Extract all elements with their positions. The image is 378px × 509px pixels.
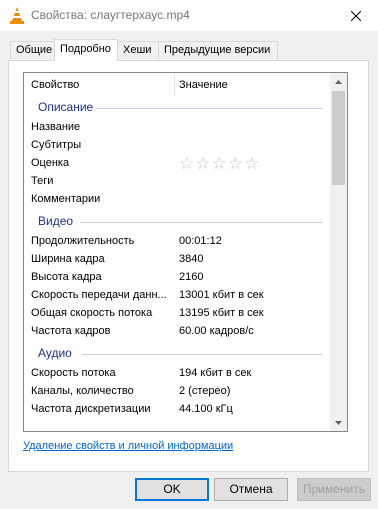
vertical-scrollbar[interactable] <box>330 73 347 431</box>
group-label: Описание <box>38 100 94 114</box>
property-name: Скорость потока <box>31 367 116 379</box>
remove-properties-link[interactable]: Удаление свойств и личной информации <box>23 440 233 452</box>
property-name: Высота кадра <box>31 271 102 283</box>
property-row-title[interactable]: Название <box>24 119 324 137</box>
group-divider <box>80 222 322 223</box>
property-row-channels[interactable]: Каналы, количество 2 (стерео) <box>24 383 324 401</box>
chevron-down-icon <box>335 420 342 425</box>
property-name: Частота кадров <box>31 325 111 337</box>
property-value: 13195 кбит в сек <box>179 307 264 319</box>
column-header-property[interactable]: Свойство <box>31 79 79 91</box>
window-title: Свойства: слаугтерхаус.mp4 <box>31 8 190 22</box>
property-value: 13001 кбит в сек <box>179 289 264 301</box>
property-value: 00:01:12 <box>179 235 222 247</box>
group-header-description[interactable]: Описание <box>24 99 324 117</box>
property-row-audio-bitrate[interactable]: Скорость потока 194 кбит в сек <box>24 365 324 383</box>
property-name: Скорость передачи данн... <box>31 289 167 301</box>
column-header-value[interactable]: Значение <box>179 79 228 91</box>
property-name: Ширина кадра <box>31 253 105 265</box>
property-name: Продолжительность <box>31 235 135 247</box>
scroll-thumb[interactable] <box>332 91 345 185</box>
apply-button[interactable]: Применить <box>297 478 371 501</box>
scroll-up-button[interactable] <box>330 73 347 90</box>
property-name: Каналы, количество <box>31 385 134 397</box>
property-name: Теги <box>31 175 54 187</box>
property-name: Общая скорость потока <box>31 307 153 319</box>
tab-strip: Общие Подробно Хеши Предыдущие версии <box>0 39 378 61</box>
close-button[interactable] <box>334 0 378 31</box>
tab-details[interactable]: Подробно <box>54 39 118 61</box>
vlc-cone-icon <box>10 7 24 24</box>
star-icon[interactable]: ☆ <box>212 154 228 174</box>
group-divider <box>96 108 322 109</box>
property-name: Название <box>31 121 81 133</box>
group-label: Аудио <box>38 346 72 360</box>
property-name: Оценка <box>31 157 70 169</box>
property-row-frame-width[interactable]: Ширина кадра 3840 <box>24 251 324 269</box>
property-value: 2160 <box>179 271 204 283</box>
property-name: Субтитры <box>31 139 82 151</box>
ok-button[interactable]: OK <box>135 478 209 501</box>
star-icon[interactable]: ☆ <box>195 154 211 174</box>
cancel-button[interactable]: Отмена <box>214 478 288 501</box>
property-row-data-rate[interactable]: Скорость передачи данн... 13001 кбит в с… <box>24 287 324 305</box>
property-row-rating[interactable]: Оценка ☆☆☆☆☆ <box>24 155 324 173</box>
property-row-tags[interactable]: Теги <box>24 173 324 191</box>
scroll-down-button[interactable] <box>330 414 347 431</box>
property-row-frame-rate[interactable]: Частота кадров 60.00 кадров/с <box>24 323 324 341</box>
close-icon <box>351 10 361 21</box>
property-value: 194 кбит в сек <box>179 367 252 379</box>
group-label: Видео <box>38 214 74 228</box>
properties-list[interactable]: Свойство Значение Описание Название Субт… <box>23 72 348 432</box>
star-icon[interactable]: ☆ <box>179 154 195 174</box>
property-value: 3840 <box>179 253 204 265</box>
property-name: Частота дискретизации <box>31 403 151 415</box>
tab-previous-versions[interactable]: Предыдущие версии <box>158 41 278 59</box>
property-row-comments[interactable]: Комментарии <box>24 191 324 209</box>
group-header-video[interactable]: Видео <box>24 213 324 231</box>
group-divider <box>82 354 322 355</box>
tab-hashes[interactable]: Хеши <box>117 41 159 59</box>
property-row-duration[interactable]: Продолжительность 00:01:12 <box>24 233 324 251</box>
property-row-frame-height[interactable]: Высота кадра 2160 <box>24 269 324 287</box>
column-header: Свойство Значение <box>24 73 324 99</box>
group-header-audio[interactable]: Аудио <box>24 345 324 363</box>
property-value: 44.100 кГц <box>179 403 233 415</box>
title-bar: Свойства: слаугтерхаус.mp4 <box>0 0 378 31</box>
property-row-sample-rate[interactable]: Частота дискретизации 44.100 кГц <box>24 401 324 419</box>
property-row-subtitles[interactable]: Субтитры <box>24 137 324 155</box>
star-icon[interactable]: ☆ <box>244 154 260 174</box>
rating-stars[interactable]: ☆☆☆☆☆ <box>179 155 260 173</box>
tab-general[interactable]: Общие <box>10 41 55 59</box>
star-icon[interactable]: ☆ <box>228 154 244 174</box>
chevron-up-icon <box>335 79 342 84</box>
property-name: Комментарии <box>31 193 101 205</box>
property-value: 2 (стерео) <box>179 385 231 397</box>
column-divider[interactable] <box>174 75 175 97</box>
property-value: 60.00 кадров/с <box>179 325 254 337</box>
details-tab-page: Свойство Значение Описание Название Субт… <box>8 60 369 472</box>
property-row-total-bitrate[interactable]: Общая скорость потока 13195 кбит в сек <box>24 305 324 323</box>
